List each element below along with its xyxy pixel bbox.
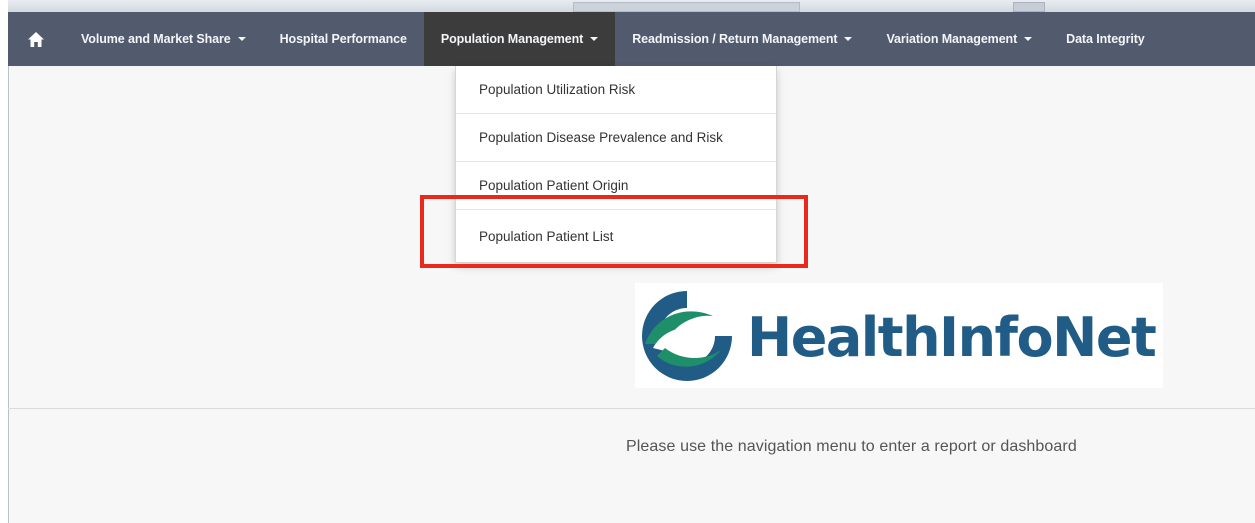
healthinfonet-logo: HealthInfoNet — [635, 283, 1163, 388]
nav-variation-management[interactable]: Variation Management — [869, 12, 1049, 66]
top-strip-segment — [1013, 2, 1045, 12]
nav-label: Data Integrity — [1066, 32, 1145, 46]
nav-label: Readmission / Return Management — [632, 32, 838, 46]
nav-population-management[interactable]: Population Management — [423, 12, 616, 66]
highlight-annotation — [420, 195, 808, 268]
caret-down-icon — [1024, 37, 1033, 41]
dropdown-item-utilization-risk[interactable]: Population Utilization Risk — [456, 66, 776, 114]
home-button[interactable] — [8, 12, 64, 66]
dropdown-item-label: Population Patient Origin — [479, 178, 629, 193]
nav-hospital-performance[interactable]: Hospital Performance — [263, 12, 424, 66]
navigation-hint: Please use the navigation menu to enter … — [626, 438, 1077, 455]
logo-mark-icon — [642, 290, 732, 381]
dropdown-item-label: Population Disease Prevalence and Risk — [479, 130, 723, 145]
dropdown-item-disease-prevalence[interactable]: Population Disease Prevalence and Risk — [456, 114, 776, 162]
nav-data-integrity[interactable]: Data Integrity — [1049, 12, 1161, 66]
logo-text: HealthInfoNet — [747, 306, 1157, 369]
nav-label: Population Management — [440, 32, 584, 46]
caret-down-icon — [844, 37, 853, 41]
top-strip-segment — [573, 2, 800, 12]
browser-top-strip — [8, 0, 1255, 12]
main-navbar: Volume and Market Share Hospital Perform… — [8, 12, 1255, 66]
nav-volume-market-share[interactable]: Volume and Market Share — [64, 12, 263, 66]
home-icon — [28, 31, 44, 47]
nav-label: Variation Management — [886, 32, 1018, 46]
caret-down-icon — [590, 37, 599, 41]
nav-label: Volume and Market Share — [81, 32, 231, 46]
nav-readmission-return-management[interactable]: Readmission / Return Management — [615, 12, 869, 66]
dropdown-item-label: Population Utilization Risk — [479, 82, 636, 97]
content-divider — [8, 408, 1255, 409]
caret-down-icon — [237, 37, 246, 41]
nav-label: Hospital Performance — [279, 32, 407, 46]
